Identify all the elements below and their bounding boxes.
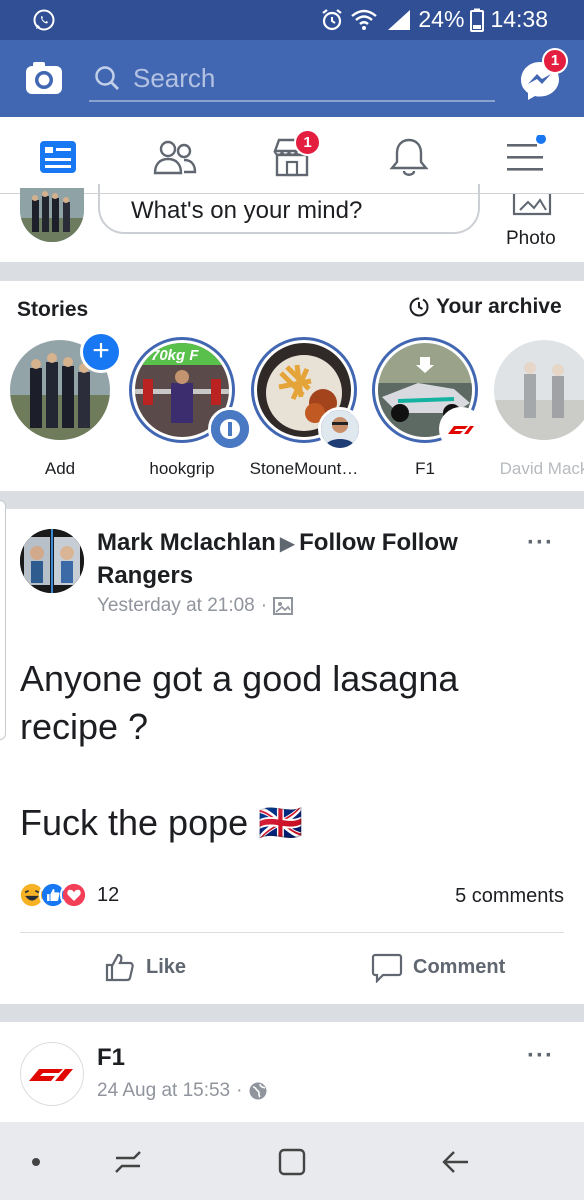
photo-privacy-icon: [273, 597, 294, 615]
archive-clock-icon: [409, 297, 429, 317]
stonemount-avatar: [318, 407, 362, 451]
tab-friends[interactable]: [153, 135, 197, 179]
post-meta: Yesterday at 21:08 ·: [97, 595, 294, 617]
story-thumbnail: [494, 340, 584, 440]
post-text: Anyone got a good lasagna recipe ? Fuck …: [20, 655, 458, 847]
comment-icon: [371, 953, 403, 983]
post-author-name[interactable]: Mark Mclachlan: [97, 529, 276, 556]
hamburger-icon: [507, 134, 546, 171]
stories-section: Stories Your archive + Add 70kg F hookgr…: [0, 281, 584, 491]
feed-post: Mark Mclachlan ▶ Follow Follow Rangers ···…: [0, 509, 584, 1004]
alarm-icon: [322, 8, 343, 30]
back-icon[interactable]: [440, 1146, 472, 1178]
arrow-right-icon: ▶: [279, 533, 296, 555]
signal-icon: [388, 9, 411, 30]
search-icon: [95, 66, 119, 90]
reaction-summary[interactable]: 12: [18, 881, 119, 909]
story-hookgrip[interactable]: 70kg F hookgrip: [126, 337, 252, 479]
f1-page-avatar[interactable]: [20, 1042, 84, 1106]
comment-button[interactable]: Comment: [371, 951, 505, 983]
post-text-line: Anyone got a good lasagna: [20, 658, 459, 699]
post-text-line: [20, 751, 458, 799]
post-timestamp[interactable]: Yesterday at 21:08: [97, 595, 255, 617]
story-label: Add: [44, 459, 76, 478]
nav-dot-icon: [32, 1158, 40, 1166]
user-avatar[interactable]: [20, 188, 84, 242]
wifi-icon: [351, 9, 378, 30]
tab-marketplace[interactable]: 1: [270, 129, 321, 179]
add-story-plus-icon[interactable]: +: [80, 331, 122, 373]
post-timestamp[interactable]: 24 Aug at 15:53: [97, 1080, 230, 1102]
tab-menu[interactable]: [503, 134, 547, 179]
bell-icon: [389, 138, 429, 176]
story-david-mack[interactable]: David Mack: [488, 337, 584, 479]
story-add[interactable]: + Add: [4, 331, 122, 479]
f1-logo-icon: [29, 1069, 73, 1081]
photo-icon[interactable]: [512, 194, 552, 218]
home-icon[interactable]: [276, 1146, 308, 1178]
battery-icon: [470, 8, 485, 32]
recent-apps-icon[interactable]: [112, 1146, 144, 1178]
feed-post: F1 ··· 24 Aug at 15:53 ·: [0, 1022, 584, 1122]
post-author-name[interactable]: F1: [97, 1044, 125, 1072]
stories-title: Stories: [17, 298, 89, 321]
tab-notifications[interactable]: [387, 135, 431, 179]
post-text-line: Fuck the pope 🇬🇧: [20, 802, 303, 843]
f1-logo-icon: [439, 407, 483, 451]
status-input[interactable]: What's on your mind?: [98, 184, 480, 234]
story-overlay-text: 70kg F: [151, 347, 199, 364]
whatsapp-icon: [33, 9, 55, 31]
news-feed-icon: [40, 141, 76, 173]
messenger-button[interactable]: 1: [518, 48, 568, 102]
like-button[interactable]: Like: [104, 951, 186, 983]
like-label: Like: [146, 955, 187, 978]
tab-bar: 1: [0, 117, 584, 194]
friends-icon: [153, 140, 197, 175]
app-header: Search 1: [0, 40, 584, 117]
story-label: F1: [415, 459, 435, 478]
more-options-icon[interactable]: ···: [527, 529, 554, 557]
system-navigation-bar: [0, 1122, 584, 1200]
search-placeholder: Search: [133, 63, 216, 93]
comment-label: Comment: [413, 955, 506, 978]
messenger-badge: 1: [542, 48, 568, 74]
post-meta: 24 Aug at 15:53 ·: [97, 1080, 268, 1102]
story-f1[interactable]: F1: [369, 337, 483, 479]
thumbs-up-icon: [105, 953, 134, 982]
photo-label[interactable]: Photo: [506, 228, 556, 250]
post-composer: What's on your mind? Photo: [0, 184, 584, 262]
edge-panel-handle[interactable]: [0, 500, 6, 740]
marketplace-badge: 1: [294, 129, 321, 156]
reaction-count: 12: [97, 883, 120, 906]
your-archive-link[interactable]: Your archive: [408, 295, 562, 319]
post-author-avatar[interactable]: [20, 529, 84, 593]
tab-news-feed[interactable]: [37, 135, 81, 179]
clock: 14:38: [490, 6, 548, 32]
love-reaction-icon: [60, 881, 88, 909]
story-label: hookgrip: [149, 459, 215, 478]
post-text-line: recipe ?: [20, 706, 149, 747]
globe-icon: [249, 1082, 267, 1100]
more-options-icon[interactable]: ···: [527, 1042, 554, 1070]
post-header: Mark Mclachlan ▶ Follow Follow Rangers: [97, 527, 517, 591]
hookgrip-badge-icon: [208, 407, 252, 451]
battery-percent: 24%: [418, 6, 465, 32]
comment-count[interactable]: 5 comments: [455, 885, 564, 908]
camera-icon[interactable]: [24, 57, 64, 97]
story-stonemount[interactable]: StoneMount…: [248, 337, 362, 479]
divider: [20, 932, 564, 933]
search-input[interactable]: Search: [89, 52, 495, 102]
status-bar: 24% 14:38: [0, 0, 584, 40]
story-label: David Mack: [499, 459, 584, 478]
archive-label: Your archive: [436, 295, 562, 318]
story-label: StoneMount…: [249, 459, 359, 478]
